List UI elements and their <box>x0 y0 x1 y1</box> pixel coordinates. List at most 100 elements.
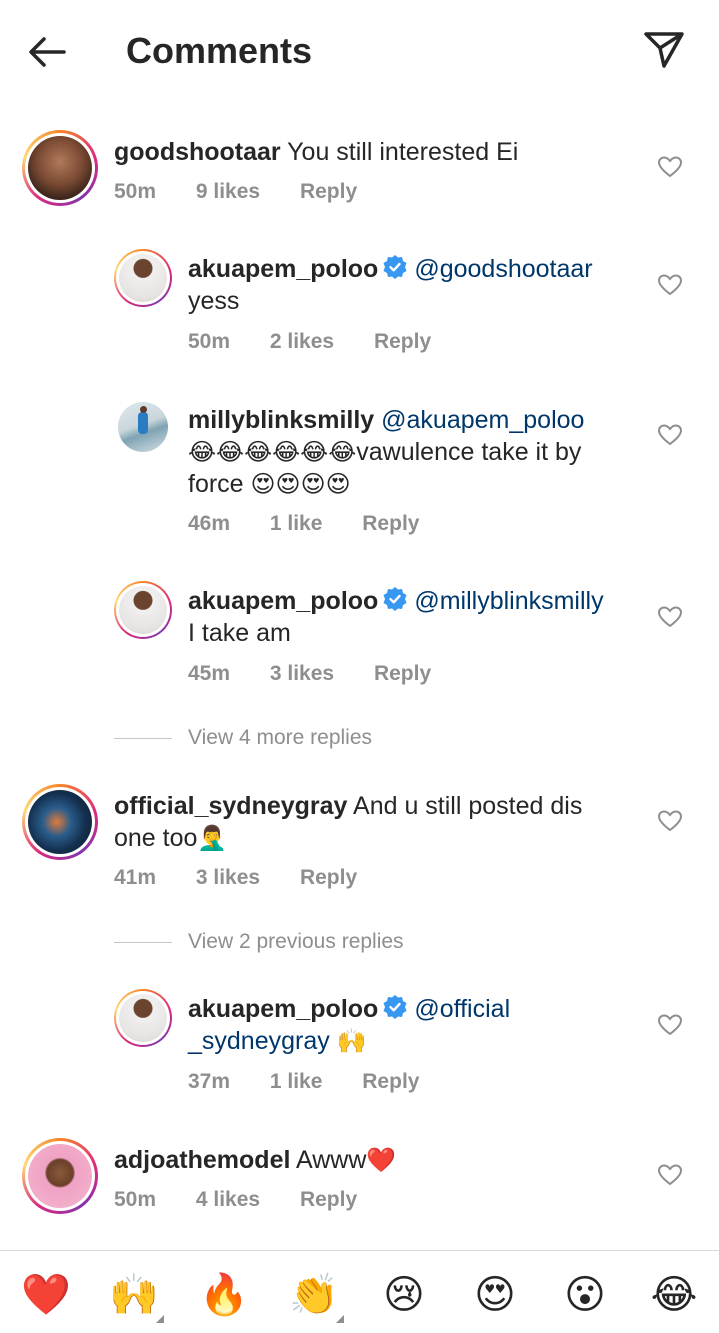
emoji-text: 🙌 <box>336 1027 367 1055</box>
reply-button[interactable]: Reply <box>300 866 357 889</box>
avatar[interactable] <box>22 130 98 206</box>
comment-meta: 45m 3 likes Reply <box>188 660 465 688</box>
comment-time: 50m <box>188 330 231 353</box>
view-previous-label: View 2 previous replies <box>188 930 404 953</box>
verified-badge-icon <box>383 255 407 279</box>
comment-username[interactable]: millyblinksmilly <box>188 406 374 434</box>
heart-icon[interactable] <box>657 423 683 447</box>
heart-icon[interactable] <box>657 809 683 833</box>
divider-line <box>114 737 172 739</box>
comment-likes[interactable]: 4 likes <box>196 1188 260 1211</box>
avatar[interactable] <box>114 581 172 639</box>
comment-text: adjoathemodel Awww❤️ <box>114 1144 644 1176</box>
emoji-heart-button[interactable]: ❤️ <box>20 1269 72 1321</box>
comment-meta: 37m 1 like Reply <box>188 1068 453 1096</box>
comment-likes[interactable]: 1 like <box>270 1070 323 1093</box>
comment-text: akuapem_poloo @official _sydneygray 🙌 <box>188 993 648 1057</box>
view-more-label: View 4 more replies <box>188 726 373 749</box>
emoji-laughing-button[interactable]: 😂 <box>648 1269 700 1321</box>
reply-button[interactable]: Reply <box>374 662 431 685</box>
comment-username[interactable]: goodshootaar <box>114 138 281 166</box>
emoji-raised-hands-button[interactable]: 🙌 <box>108 1269 160 1321</box>
comment-meta: 50m 4 likes Reply <box>114 1186 391 1214</box>
comment-username[interactable]: akuapem_poloo <box>188 255 378 283</box>
comment-body: You still interested Ei <box>287 138 519 166</box>
emoji-surprised-button[interactable]: 😮 <box>559 1269 611 1321</box>
mention-link[interactable]: @goodshootaar <box>414 255 592 283</box>
avatar[interactable] <box>114 249 172 307</box>
comment-body-line2: one too <box>114 824 198 852</box>
comment-time: 41m <box>114 866 157 889</box>
comment-username[interactable]: akuapem_poloo <box>188 587 378 615</box>
heart-icon[interactable] <box>657 273 683 297</box>
mention-link[interactable]: @official <box>414 995 510 1023</box>
comment-meta: 46m 1 like Reply <box>188 510 453 538</box>
emoji-text: ❤️ <box>366 1146 397 1174</box>
emoji-text: 😂😂😂😂😂😂 <box>188 438 357 466</box>
comment-likes[interactable]: 9 likes <box>196 180 260 203</box>
variant-indicator <box>156 1315 164 1323</box>
emoji-reaction-bar: ❤️ 🙌 🔥 👏 😢 😍 😮 😂 <box>0 1250 719 1333</box>
comment-likes[interactable]: 3 likes <box>196 866 260 889</box>
comment-body: yess <box>188 287 240 315</box>
heart-icon[interactable] <box>657 605 683 629</box>
verified-badge-icon <box>383 587 407 611</box>
mention-link-cont[interactable]: _sydneygray <box>188 1027 330 1055</box>
header-bar: Comments <box>0 0 719 100</box>
arrow-left-icon <box>29 37 66 67</box>
comment-body-line3: force <box>188 470 251 498</box>
comment-likes[interactable]: 2 likes <box>270 330 334 353</box>
emoji-clap-button[interactable]: 👏 <box>288 1269 340 1321</box>
comment-text: millyblinksmilly @akuapem_poloo 😂😂😂😂😂😂va… <box>188 404 648 500</box>
page-title: Comments <box>126 30 313 71</box>
comment-time: 50m <box>114 1188 157 1211</box>
comment-text: goodshootaar You still interested Ei <box>114 136 644 168</box>
emoji-text: 😍😍😍😍 <box>250 470 351 498</box>
avatar[interactable] <box>114 989 172 1047</box>
divider-line <box>114 941 172 943</box>
comment-meta: 50m 9 likes Reply <box>114 178 391 206</box>
reply-button[interactable]: Reply <box>362 1070 419 1093</box>
variant-indicator <box>336 1315 344 1323</box>
comment-likes[interactable]: 1 like <box>270 512 323 535</box>
comment-body: I take am <box>188 619 291 647</box>
mention-link[interactable]: @millyblinksmilly <box>414 587 603 615</box>
share-button[interactable] <box>640 26 688 74</box>
comment-likes[interactable]: 3 likes <box>270 662 334 685</box>
mention-link[interactable]: @akuapem_poloo <box>381 406 584 434</box>
avatar[interactable] <box>22 1138 98 1214</box>
comment-username[interactable]: akuapem_poloo <box>188 995 378 1023</box>
reply-button[interactable]: Reply <box>374 330 431 353</box>
comment-text: akuapem_poloo @millyblinksmilly I take am <box>188 585 648 649</box>
emoji-crying-button[interactable]: 😢 <box>378 1269 430 1321</box>
heart-icon[interactable] <box>657 1013 683 1037</box>
comment-time: 45m <box>188 662 231 685</box>
emoji-text: 🤦‍♂️ <box>197 824 228 852</box>
comment-text: akuapem_poloo @goodshootaar yess <box>188 253 648 317</box>
comment-time: 50m <box>114 180 157 203</box>
comment-meta: 50m 2 likes Reply <box>188 328 465 356</box>
reply-button[interactable]: Reply <box>362 512 419 535</box>
verified-badge-icon <box>383 995 407 1019</box>
comment-username[interactable]: official_sydneygray <box>114 792 347 820</box>
comment-time: 46m <box>188 512 231 535</box>
back-button[interactable] <box>24 28 72 76</box>
comment-body: And u still posted dis <box>353 792 583 820</box>
avatar[interactable] <box>22 784 98 860</box>
comment-meta: 41m 3 likes Reply <box>114 864 391 892</box>
comment-text: official_sydneygray And u still posted d… <box>114 790 644 854</box>
paper-plane-icon <box>644 32 684 68</box>
avatar[interactable] <box>118 402 168 452</box>
view-previous-replies-button[interactable]: View 2 previous replies <box>114 927 404 957</box>
view-more-replies-button[interactable]: View 4 more replies <box>114 723 372 753</box>
heart-icon[interactable] <box>657 1163 683 1187</box>
reply-button[interactable]: Reply <box>300 180 357 203</box>
reply-button[interactable]: Reply <box>300 1188 357 1211</box>
heart-icon[interactable] <box>657 155 683 179</box>
comment-username[interactable]: adjoathemodel <box>114 1146 290 1174</box>
emoji-heart-eyes-button[interactable]: 😍 <box>469 1269 521 1321</box>
comment-body: vawulence take it by <box>356 438 582 466</box>
comment-time: 37m <box>188 1070 231 1093</box>
comment-body: Awww <box>296 1146 367 1174</box>
emoji-fire-button[interactable]: 🔥 <box>198 1269 250 1321</box>
